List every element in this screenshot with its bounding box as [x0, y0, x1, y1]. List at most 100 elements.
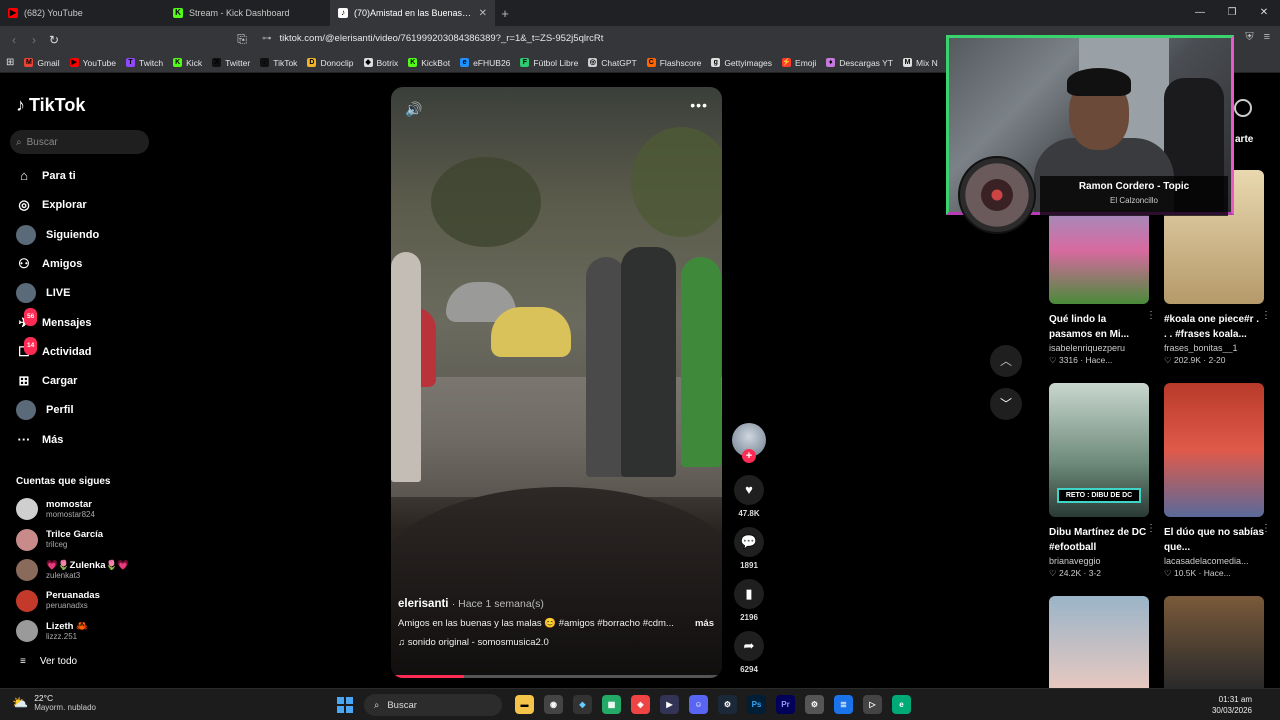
shield-icon[interactable]: ⛨ — [1245, 31, 1253, 44]
profile-circle-icon[interactable] — [1234, 99, 1252, 117]
bookmark-item[interactable]: K Kick — [173, 58, 202, 68]
play-icon[interactable]: ▷ — [863, 695, 882, 714]
bookmark-item[interactable]: K KickBot — [408, 58, 450, 68]
sidebar-item-explorar[interactable]: ◎ Explorar — [16, 194, 86, 216]
media-player-icon[interactable]: ▶ — [660, 695, 679, 714]
sidebar-item-siguiendo[interactable]: ● Siguiendo — [16, 224, 99, 246]
new-tab-button[interactable]: + — [495, 6, 515, 21]
followed-account[interactable]: Lizeth 🦀 lizzz.251 — [16, 620, 88, 643]
discord-icon[interactable]: ☺ — [689, 695, 708, 714]
sidebar-item-actividad[interactable]: ☐14 Actividad — [16, 336, 92, 363]
menu-icon[interactable]: ≡ — [1264, 31, 1270, 44]
card-title[interactable]: Qué lindo la pasamos en Mi... — [1049, 312, 1149, 342]
see-all-link[interactable]: ≡ Ver todo — [20, 656, 77, 667]
start-button[interactable] — [337, 697, 353, 713]
sidebar-item-live[interactable]: ● LIVE — [16, 282, 70, 304]
video-thumbnail[interactable] — [1049, 596, 1149, 688]
weather-widget[interactable]: ⛅ 22°C Mayorm. nublado — [12, 693, 96, 712]
card-more-icon[interactable]: ⋮ — [1146, 310, 1156, 321]
settings-icon[interactable]: ⚙ — [805, 695, 824, 714]
next-video-button[interactable]: ﹀ — [990, 388, 1022, 420]
video-player[interactable]: 🔊 ••• elerisanti · Hace 1 semana(s) Amig… — [391, 87, 722, 678]
sidebar-item-parati[interactable]: ⌂ Para ti — [16, 165, 76, 187]
more-link[interactable]: más — [695, 618, 714, 629]
tab-close-icon[interactable]: ✕ — [479, 8, 487, 19]
photoshop-icon[interactable]: Ps — [747, 695, 766, 714]
forward-icon[interactable]: › — [24, 33, 44, 47]
bookmark-item[interactable]: ♦ Descargas YT — [826, 58, 893, 68]
card-username[interactable]: lacasadelacomedia... — [1164, 556, 1264, 566]
video-progress-bar[interactable] — [391, 675, 722, 678]
bookmark-item[interactable]: D Donoclip — [307, 58, 354, 68]
bookmark-item[interactable]: ⚡ Emoji — [782, 58, 816, 68]
browser-tab[interactable]: ▶ (682) YouTube — [0, 0, 165, 26]
sidebar-item-cargar[interactable]: ⊞ Cargar — [16, 370, 78, 392]
comment-button[interactable]: 💬 1891 — [734, 527, 764, 570]
tiktok-logo[interactable]: ♪ TikTok — [16, 95, 85, 116]
bookmark-item[interactable]: ♪ TikTok — [260, 58, 297, 68]
video-thumbnail[interactable] — [1164, 596, 1264, 688]
card-username[interactable]: frases_bonitas__1 — [1164, 343, 1264, 353]
bookmark-item[interactable]: T Twitch — [126, 58, 163, 68]
follow-plus-icon[interactable]: + — [742, 449, 756, 463]
browser-tab[interactable]: K Stream - Kick Dashboard — [165, 0, 330, 26]
video-thumbnail[interactable] — [1164, 383, 1264, 517]
like-button[interactable]: ♥ 47.8K — [734, 475, 764, 518]
video-music[interactable]: ♫ sonido original - somosmusica2.0 — [398, 637, 718, 648]
browser-tab[interactable]: ♪ (70)Amistad en las Buenas y las ✕ — [330, 0, 495, 26]
reload-icon[interactable]: ↻ — [44, 33, 64, 47]
card-username[interactable]: brianaveggio — [1049, 556, 1149, 566]
bookmark-item[interactable]: C Flashscore — [646, 58, 701, 68]
followed-account[interactable]: 💗🌷Zulenka🌷💗 zulenkat3 — [16, 559, 129, 582]
premiere-icon[interactable]: Pr — [776, 695, 795, 714]
followed-account[interactable]: Trilce García trilceg — [16, 528, 103, 551]
recommended-video-card[interactable] — [1049, 596, 1149, 688]
taskbar-search[interactable]: ⌕ Buscar — [364, 694, 502, 716]
bookmark-item[interactable]: e eFHUB26 — [460, 58, 510, 68]
card-title[interactable]: El dúo que no sabías que... — [1164, 525, 1264, 555]
video-author[interactable]: elerisanti — [398, 598, 449, 610]
share-partial-label[interactable]: arte — [1235, 134, 1253, 145]
card-more-icon[interactable]: ⋮ — [1146, 523, 1156, 534]
system-clock[interactable]: 01:31 am 30/03/2026 — [1212, 694, 1252, 716]
steam-icon[interactable]: ⚙ — [718, 695, 737, 714]
bookmark-item[interactable]: ▶ YouTube — [69, 58, 116, 68]
sidebar-item-mensajes[interactable]: ✈56 Mensajes — [16, 307, 92, 334]
close-window-icon[interactable]: ✕ — [1248, 0, 1280, 26]
followed-account[interactable]: momostar momostar824 — [16, 498, 95, 520]
volume-icon[interactable]: 🔊 — [405, 101, 422, 118]
recommended-video-card[interactable]: RETO : DIBU DE DC Dibu Martínez de DC #ef… — [1049, 383, 1156, 579]
minimize-icon[interactable]: — — [1184, 0, 1216, 26]
search-box[interactable]: ⌕ Buscar — [10, 130, 149, 154]
app-diamond-icon[interactable]: ◆ — [573, 695, 592, 714]
more-options-icon[interactable]: ••• — [690, 97, 708, 113]
save-button[interactable]: ▮ 2196 — [734, 579, 764, 622]
bookmark-item[interactable]: ◎ ChatGPT — [588, 58, 637, 68]
file-explorer-icon[interactable]: ▬ — [515, 695, 534, 714]
card-username[interactable]: isabelenriquezperu — [1049, 343, 1149, 353]
card-more-icon[interactable]: ⋮ — [1261, 310, 1271, 321]
card-title[interactable]: #koala one piece#r . . . #frases koala..… — [1164, 312, 1264, 342]
followed-account[interactable]: Peruanadas peruanadxs — [16, 589, 100, 612]
card-more-icon[interactable]: ⋮ — [1261, 523, 1271, 534]
brave-icon[interactable]: ◈ — [631, 695, 650, 714]
share-button[interactable]: ➦ 6294 — [734, 631, 764, 674]
bookmark-item[interactable]: ◆ Botrix — [363, 58, 398, 68]
video-thumbnail[interactable]: RETO : DIBU DE DC — [1049, 383, 1149, 517]
recommended-video-card[interactable] — [1164, 596, 1264, 688]
bookmark-item[interactable]: M Gmail — [24, 58, 60, 68]
bookmark-item[interactable]: g Gettyimages — [711, 58, 772, 68]
maximize-icon[interactable]: ❐ — [1216, 0, 1248, 26]
bookmark-item[interactable]: M Mix N — [903, 58, 938, 68]
card-title[interactable]: Dibu Martínez de DC #efootball — [1049, 525, 1149, 555]
sidebar-item-amigos[interactable]: ⚇ Amigos — [16, 253, 82, 275]
back-icon[interactable]: ‹ — [4, 33, 24, 47]
obs-icon[interactable]: ◉ — [544, 695, 563, 714]
recommended-video-card[interactable]: El dúo que no sabías que... lacasadelacom… — [1164, 383, 1271, 579]
notepad-icon[interactable]: ≣ — [834, 695, 853, 714]
bookmark-page-icon[interactable]: ⎘ — [232, 32, 252, 47]
bookmark-item[interactable]: F Fútbol Libre — [520, 58, 578, 68]
bookmark-item[interactable]: X Twitter — [212, 58, 250, 68]
apps-grid-icon[interactable]: ⊞ — [6, 57, 14, 68]
sidebar-item-ms[interactable]: ··· Más — [16, 429, 64, 451]
